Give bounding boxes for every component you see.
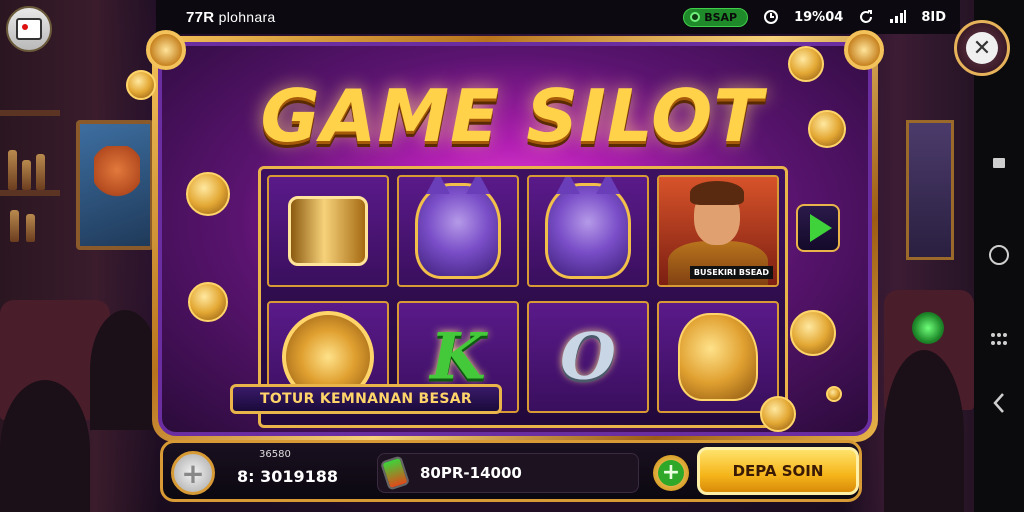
shelf (0, 190, 60, 196)
add-button[interactable]: + (171, 451, 215, 495)
purple-wolf-icon (545, 177, 631, 279)
more-icon[interactable] (984, 324, 1014, 354)
corner-ornament (146, 30, 186, 70)
reel-cell (397, 175, 519, 287)
bottle-icon (22, 160, 31, 190)
screenshot-icon[interactable] (984, 148, 1014, 178)
spin-play-button[interactable] (796, 204, 840, 252)
close-button[interactable]: ✕ (954, 20, 1010, 76)
balance-value: 8: 3019188 (237, 467, 339, 486)
increase-bet-button[interactable]: + (653, 455, 689, 491)
android-nav-bar (974, 0, 1024, 512)
close-icon: ✕ (966, 32, 998, 64)
spectator-silhouette (0, 380, 90, 512)
signal-icon (889, 8, 907, 26)
battery-icon (379, 455, 411, 491)
app-icon[interactable] (6, 6, 52, 52)
coin-icon (788, 46, 824, 82)
golden-dog-icon (678, 313, 758, 401)
bottle-icon (10, 210, 19, 242)
jackpot-banner: TOTUR KEMNANAN BESAR (230, 384, 502, 414)
reel-cell (527, 175, 649, 287)
reel-cell: BUSEKIRI BSEAD (657, 175, 779, 287)
bottom-control-bar: + 36580 8: 3019188 80PR-14000 + DEPA SOI… (160, 440, 862, 502)
slot-cabinet: GAME SILOT BUSEKIRI BSEAD K O (146, 30, 884, 442)
gold-coin-stack-icon (288, 196, 368, 266)
wall-frame (906, 120, 954, 260)
purple-wolf-icon (415, 177, 501, 279)
hero-tag: BUSEKIRI BSEAD (689, 266, 773, 279)
bet-value: 80PR-14000 (420, 464, 522, 482)
letter-o-symbol: O (560, 319, 616, 395)
back-icon[interactable] (984, 388, 1014, 418)
deposit-button[interactable]: DEPA SOIN (697, 447, 859, 495)
bottle-icon (26, 214, 35, 242)
fox-poster (76, 120, 154, 250)
clock-icon (762, 8, 780, 26)
reel-cell (657, 301, 779, 413)
reel-cell: O (527, 301, 649, 413)
game-logo: GAME SILOT (260, 74, 764, 158)
bottle-icon (8, 150, 17, 190)
app-title: 77R plohnara (186, 8, 276, 26)
plus-icon: + (181, 456, 205, 490)
coin-icon (126, 70, 156, 100)
coin-icon (188, 282, 228, 322)
green-gem-icon (912, 312, 944, 344)
reel-cell (267, 175, 389, 287)
corner-ornament (844, 30, 884, 70)
shelf (0, 110, 60, 116)
status-indicators: BSAP 19%04 8ID (683, 7, 946, 27)
coin-icon (790, 310, 836, 356)
plus-icon: + (658, 460, 684, 486)
coin-icon (826, 386, 842, 402)
bottle-icon (36, 154, 45, 190)
status-pill[interactable]: BSAP (683, 7, 749, 27)
signal-text: 8ID (921, 9, 946, 25)
refresh-icon[interactable] (857, 8, 875, 26)
battery-text: 19%04 (794, 9, 844, 25)
spectator-silhouette (90, 310, 160, 430)
bet-field[interactable]: 80PR-14000 (377, 453, 639, 493)
online-dot-icon (690, 12, 701, 22)
coin-icon (760, 396, 796, 432)
slot-screen: GAME SILOT BUSEKIRI BSEAD K O (158, 42, 872, 436)
coin-icon (186, 172, 230, 216)
top-status-bar: 77R plohnara BSAP 19%04 8ID (156, 0, 960, 34)
home-icon[interactable] (984, 240, 1014, 270)
balance-label: 36580 (259, 449, 291, 460)
coin-icon (808, 110, 846, 148)
spectator-silhouette (884, 350, 964, 512)
